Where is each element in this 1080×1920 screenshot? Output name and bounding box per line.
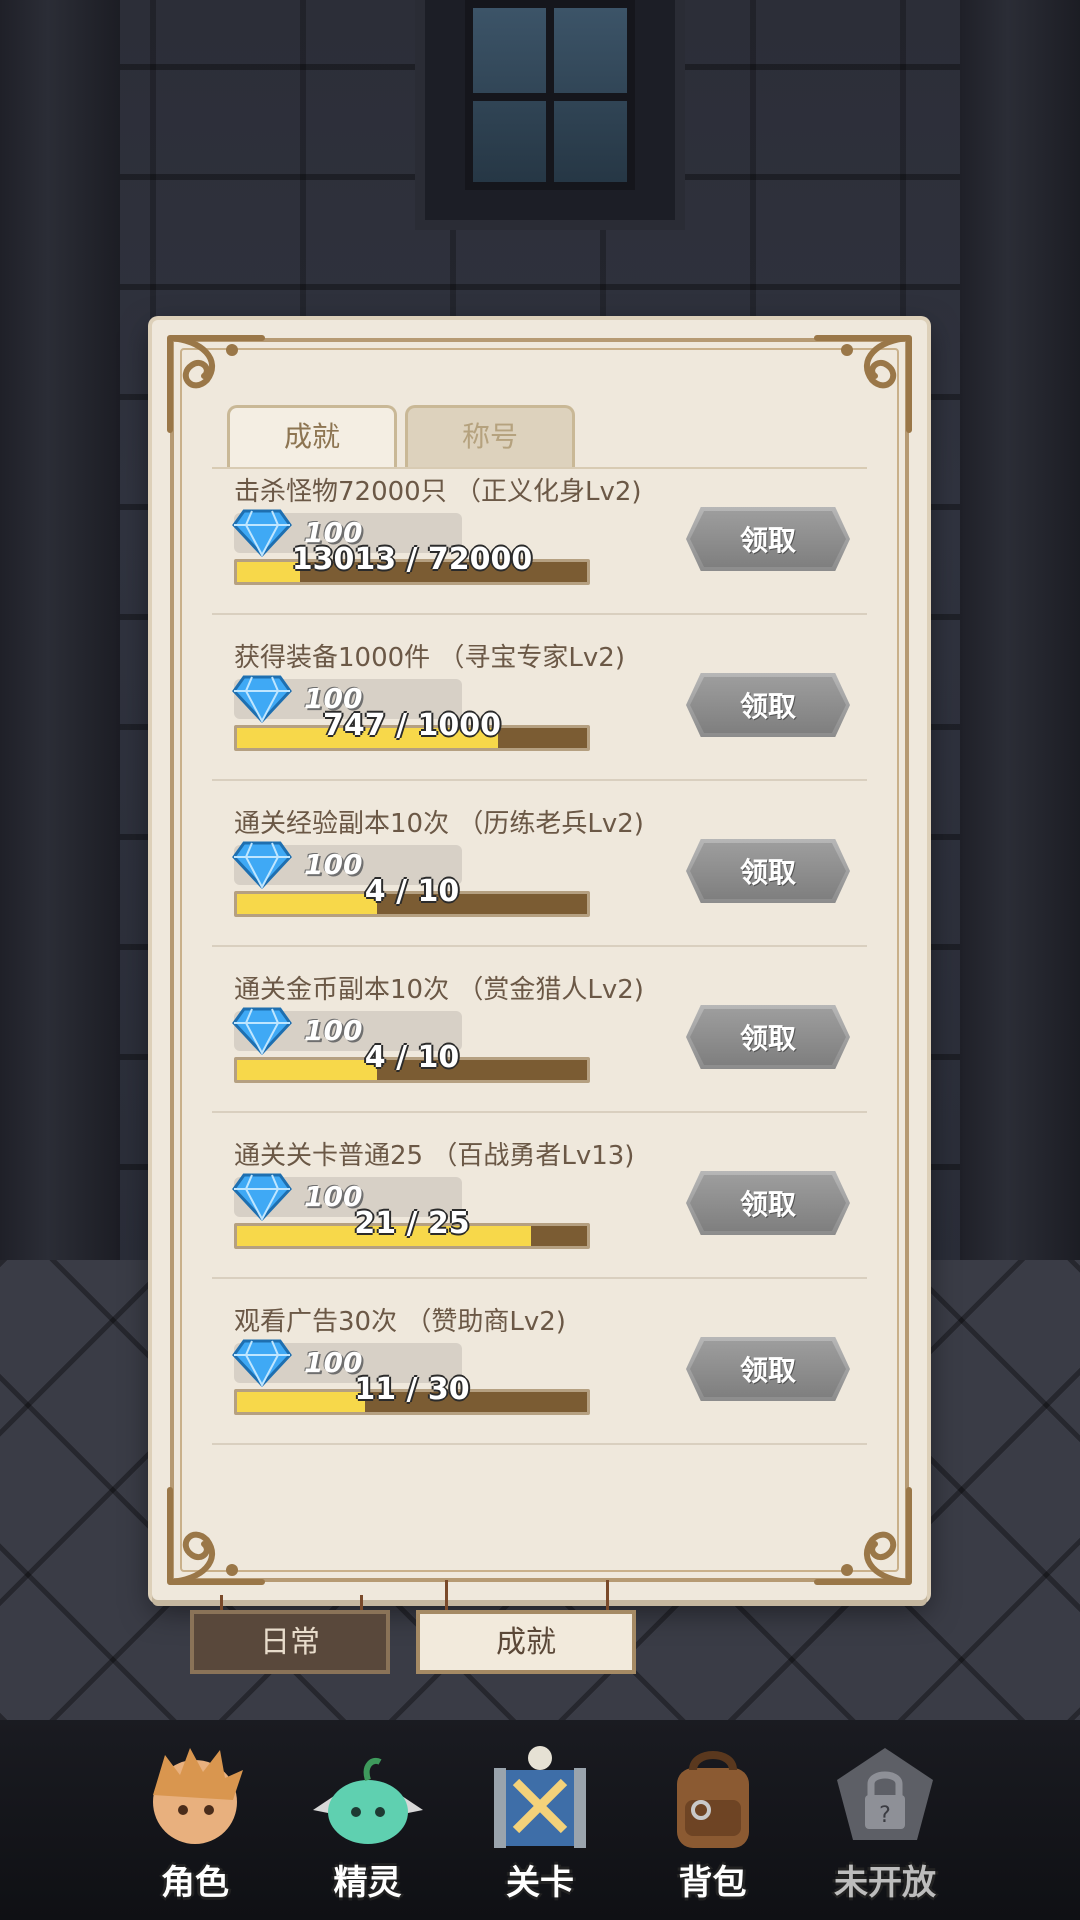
claim-button-label: 领取: [739, 856, 796, 889]
achievement-title: 获得装备1000件 （寻宝专家Lv2): [234, 643, 625, 673]
nav-label: 精灵: [333, 1863, 402, 1903]
tab-achievements[interactable]: 成就: [227, 405, 397, 467]
nav-label: 关卡: [506, 1863, 574, 1903]
achievement-row: 通关关卡普通25 （百战勇者Lv13) 100 21 / 25 领取: [212, 1113, 867, 1279]
hero-portrait-icon: [135, 1740, 255, 1860]
nav-label: 背包: [678, 1863, 747, 1903]
claim-button-label: 领取: [739, 690, 796, 723]
progress-text: 4 / 10: [364, 1040, 460, 1075]
achievement-title: 通关金币副本10次 （赏金猎人Lv2): [234, 975, 644, 1005]
progress-text: 13013 / 72000: [291, 542, 533, 577]
claim-button[interactable]: 领取: [686, 1171, 850, 1235]
progress-bar: 13013 / 72000: [234, 542, 590, 585]
claim-button-label: 领取: [739, 524, 796, 557]
claim-button-label: 领取: [739, 1188, 796, 1221]
progress-bar: 747 / 1000: [234, 708, 590, 751]
nav-backpack[interactable]: 背包: [638, 1735, 788, 1910]
achievement-panel: 成就 称号 击杀怪物72000只 （正义化身Lv2) 100 13013 / 720…: [152, 320, 927, 1600]
claim-button[interactable]: 领取: [686, 1005, 850, 1069]
locked-padlock-icon: ?: [825, 1740, 945, 1860]
progress-bar: 4 / 10: [234, 874, 590, 917]
progress-text: 747 / 1000: [323, 708, 501, 743]
achievement-title: 击杀怪物72000只 （正义化身Lv2): [234, 477, 642, 507]
achievement-row: 通关金币副本10次 （赏金猎人Lv2) 100 4 / 10 领取: [212, 947, 867, 1113]
progress-bar: 11 / 30: [234, 1372, 590, 1415]
backpack-icon: [653, 1740, 773, 1860]
svg-text:?: ?: [879, 1803, 891, 1828]
nav-hero[interactable]: 角色: [120, 1735, 270, 1910]
claim-button-label: 领取: [739, 1022, 796, 1055]
achievement-title: 观看广告30次 （赞助商Lv2): [234, 1307, 566, 1337]
progress-bar: 4 / 10: [234, 1040, 590, 1083]
achievement-row: 通关经验副本10次 （历练老兵Lv2) 100 4 / 10 领取: [212, 781, 867, 947]
tab-titles[interactable]: 称号: [405, 405, 575, 467]
nav-locked[interactable]: ? 未开放: [810, 1735, 960, 1910]
progress-bar: 21 / 25: [234, 1206, 590, 1249]
corner-ornament-icon: [807, 330, 917, 440]
claim-button[interactable]: 领取: [686, 839, 850, 903]
claim-button[interactable]: 领取: [686, 673, 850, 737]
claim-button[interactable]: 领取: [686, 507, 850, 571]
left-pillar: [0, 0, 120, 1260]
bottom-nav: 角色 精灵 关卡 背包 ? 未开放: [120, 1735, 960, 1910]
achievement-row: 击杀怪物72000只 （正义化身Lv2) 100 13013 / 72000 领取: [212, 469, 867, 615]
panel-tabs: 成就 称号: [227, 405, 575, 467]
nav-label: 角色: [161, 1863, 229, 1903]
achievement-title: 通关经验副本10次 （历练老兵Lv2): [234, 809, 644, 839]
tab-achievement-quests[interactable]: 成就: [416, 1610, 636, 1674]
right-pillar: [960, 0, 1080, 1260]
achievement-row: 观看广告30次 （赞助商Lv2) 100 11 / 30 领取: [212, 1279, 867, 1445]
slime-spirit-icon: [308, 1740, 428, 1860]
achievement-list[interactable]: 击杀怪物72000只 （正义化身Lv2) 100 13013 / 72000 领取 获得…: [212, 467, 867, 1485]
claim-button-label: 领取: [739, 1354, 796, 1387]
progress-text: 11 / 30: [354, 1372, 470, 1407]
achievement-title: 通关关卡普通25 （百战勇者Lv13): [234, 1141, 635, 1171]
claim-button[interactable]: 领取: [686, 1337, 850, 1401]
progress-text: 21 / 25: [354, 1206, 470, 1241]
crossed-swords-stage-icon: [480, 1740, 600, 1860]
progress-text: 4 / 10: [364, 874, 460, 909]
corner-ornament-icon: [162, 1480, 272, 1590]
achievement-row: 获得装备1000件 （寻宝专家Lv2) 100 747 / 1000 领取: [212, 615, 867, 781]
nav-spirit[interactable]: 精灵: [293, 1735, 443, 1910]
tab-daily-quests[interactable]: 日常: [190, 1610, 390, 1674]
castle-window: [415, 0, 685, 230]
corner-ornament-icon: [807, 1480, 917, 1590]
nav-label: 未开放: [834, 1863, 936, 1903]
nav-stage[interactable]: 关卡: [465, 1735, 615, 1910]
